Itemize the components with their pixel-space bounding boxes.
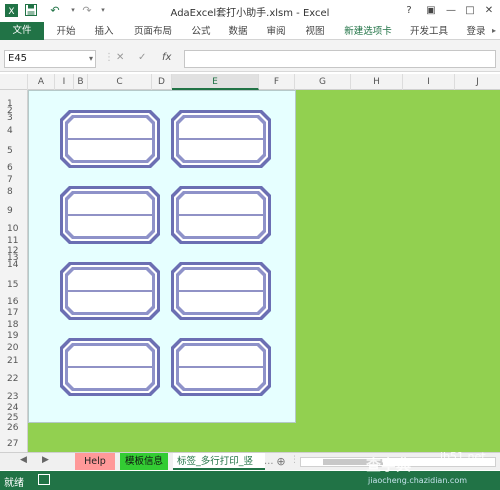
tab-view[interactable]: 视图 xyxy=(300,23,330,40)
sheet-tab-help[interactable]: Help xyxy=(75,453,115,470)
customize-quick-access-icon[interactable]: ▾ xyxy=(96,3,110,17)
name-box[interactable]: E45 ▾ xyxy=(4,50,96,68)
formula-input[interactable] xyxy=(184,50,496,68)
row-header-4[interactable]: 4 xyxy=(0,126,28,136)
sheet-tab-template-info[interactable]: 模板信息 xyxy=(120,453,168,470)
label-card[interactable] xyxy=(59,109,161,169)
row-header-21[interactable]: 21 xyxy=(0,356,28,366)
row-header-26[interactable]: 26 xyxy=(0,423,28,433)
row-header-3[interactable]: 3 xyxy=(0,113,28,123)
row-header-14[interactable]: 14 xyxy=(0,260,28,270)
formula-bar-grip-icon: ⋮ xyxy=(104,52,114,63)
label-card[interactable] xyxy=(170,337,272,397)
column-header-i-narrow[interactable]: I xyxy=(55,74,74,90)
column-header-e[interactable]: E xyxy=(172,74,259,90)
label-card[interactable] xyxy=(59,185,161,245)
label-card[interactable] xyxy=(170,261,272,321)
add-sheet-icon[interactable]: ⊕ xyxy=(274,453,288,470)
row-header-27[interactable]: 27 xyxy=(0,439,28,449)
row-header-10[interactable]: 10 xyxy=(0,224,28,234)
watermark-site: jb51.net xyxy=(440,450,486,463)
svg-text:X: X xyxy=(8,7,14,17)
watermark-url: jiaocheng.chazidian.com xyxy=(368,476,468,485)
title-bar: X ↶ ▾ ↷ ▾ AdaExcel套打小助手.xlsm - Excel ? ▣… xyxy=(0,0,500,22)
sheet-tab-label-print[interactable]: 标签_多行打印_竖 xyxy=(173,453,265,470)
ribbon-tabs: 文件 开始 插入 页面布局 公式 数据 审阅 视图 新建选项卡 开发工具 登录 … xyxy=(0,22,500,40)
sheet-tabs-overflow-icon[interactable]: … xyxy=(264,453,274,470)
watermark-text: 查字典 xyxy=(366,456,412,474)
tab-split-grip-icon[interactable]: ⋮ xyxy=(290,455,299,465)
tab-file[interactable]: 文件 xyxy=(0,22,44,40)
row-header-11[interactable]: 11 xyxy=(0,236,28,246)
sheet-next-icon[interactable]: ▶ xyxy=(42,455,49,465)
column-header-h[interactable]: H xyxy=(351,74,403,90)
column-header: A I B C D E F G H I J xyxy=(0,74,500,90)
row-header-22[interactable]: 22 xyxy=(0,374,28,384)
label-card[interactable] xyxy=(170,109,272,169)
undo-icon[interactable]: ↶ xyxy=(48,3,62,17)
tab-home[interactable]: 开始 xyxy=(50,23,82,40)
excel-window: X ↶ ▾ ↷ ▾ AdaExcel套打小助手.xlsm - Excel ? ▣… xyxy=(0,0,500,490)
close-button[interactable]: ✕ xyxy=(480,3,498,18)
window-title: AdaExcel套打小助手.xlsm - Excel xyxy=(170,8,330,19)
column-header-f[interactable]: F xyxy=(259,74,295,90)
undo-dropdown-icon[interactable]: ▾ xyxy=(66,3,80,17)
ribbon-display-icon[interactable]: ▣ xyxy=(422,3,440,18)
print-page-area[interactable] xyxy=(28,90,296,423)
sign-in-link[interactable]: 登录 xyxy=(462,23,490,40)
tab-formulas[interactable]: 公式 xyxy=(186,23,216,40)
row-header-25[interactable]: 25 xyxy=(0,413,28,423)
tab-data[interactable]: 数据 xyxy=(223,23,253,40)
label-card[interactable] xyxy=(59,337,161,397)
label-card[interactable] xyxy=(170,185,272,245)
row-header-17[interactable]: 17 xyxy=(0,308,28,318)
excel-logo-icon: X xyxy=(4,3,18,17)
column-header-g[interactable]: G xyxy=(295,74,351,90)
row-header-23[interactable]: 23 xyxy=(0,392,28,402)
row-header-18[interactable]: 18 xyxy=(0,320,28,330)
column-header-c[interactable]: C xyxy=(88,74,152,90)
label-card[interactable] xyxy=(59,261,161,321)
row-header-16[interactable]: 16 xyxy=(0,297,28,307)
help-button[interactable]: ? xyxy=(400,3,418,18)
restore-button[interactable]: □ xyxy=(461,3,479,18)
cancel-icon[interactable]: ✕ xyxy=(116,52,124,63)
tab-review[interactable]: 审阅 xyxy=(261,23,291,40)
column-header-d[interactable]: D xyxy=(152,74,172,90)
macro-record-icon[interactable] xyxy=(38,474,50,485)
row-header-20[interactable]: 20 xyxy=(0,343,28,353)
row-header-8[interactable]: 8 xyxy=(0,187,28,197)
column-header-a[interactable]: A xyxy=(28,74,55,90)
enter-icon[interactable]: ✓ xyxy=(138,52,146,63)
row-header-15[interactable]: 15 xyxy=(0,280,28,290)
status-text: 就绪 xyxy=(4,478,24,489)
select-all-corner[interactable] xyxy=(0,74,28,90)
ribbon-scroll-icon[interactable]: ▸ xyxy=(492,26,496,35)
save-icon[interactable] xyxy=(24,3,38,17)
worksheet-grid[interactable] xyxy=(28,90,500,452)
row-header: 1 2 3 4 5 6 7 8 9 10 11 12 13 14 15 16 1… xyxy=(0,90,28,452)
insert-function-icon[interactable]: fx xyxy=(162,52,171,63)
formula-bar: E45 ▾ ⋮ ✕ ✓ fx xyxy=(0,40,500,72)
tab-insert[interactable]: 插入 xyxy=(88,23,120,40)
row-header-5[interactable]: 5 xyxy=(0,146,28,156)
row-header-9[interactable]: 9 xyxy=(0,206,28,216)
sheet-tab-bar: ◀ ▶ Help 模板信息 标签_多行打印_竖 … ⊕ ⋮ xyxy=(0,452,500,470)
tab-new-tab[interactable]: 新建选项卡 xyxy=(340,23,396,40)
row-header-6[interactable]: 6 xyxy=(0,163,28,173)
tab-page-layout[interactable]: 页面布局 xyxy=(128,23,178,40)
row-header-19[interactable]: 19 xyxy=(0,331,28,341)
name-box-dropdown-icon[interactable]: ▾ xyxy=(89,51,93,67)
redo-icon[interactable]: ↷ xyxy=(80,3,94,17)
column-header-j[interactable]: J xyxy=(455,74,500,90)
column-header-i[interactable]: I xyxy=(403,74,455,90)
row-header-7[interactable]: 7 xyxy=(0,175,28,185)
minimize-button[interactable]: — xyxy=(442,3,460,18)
column-header-b[interactable]: B xyxy=(74,74,88,90)
row-header-24[interactable]: 24 xyxy=(0,403,28,413)
name-box-value: E45 xyxy=(8,53,28,64)
tab-developer[interactable]: 开发工具 xyxy=(406,23,452,40)
sheet-prev-icon[interactable]: ◀ xyxy=(20,455,27,465)
